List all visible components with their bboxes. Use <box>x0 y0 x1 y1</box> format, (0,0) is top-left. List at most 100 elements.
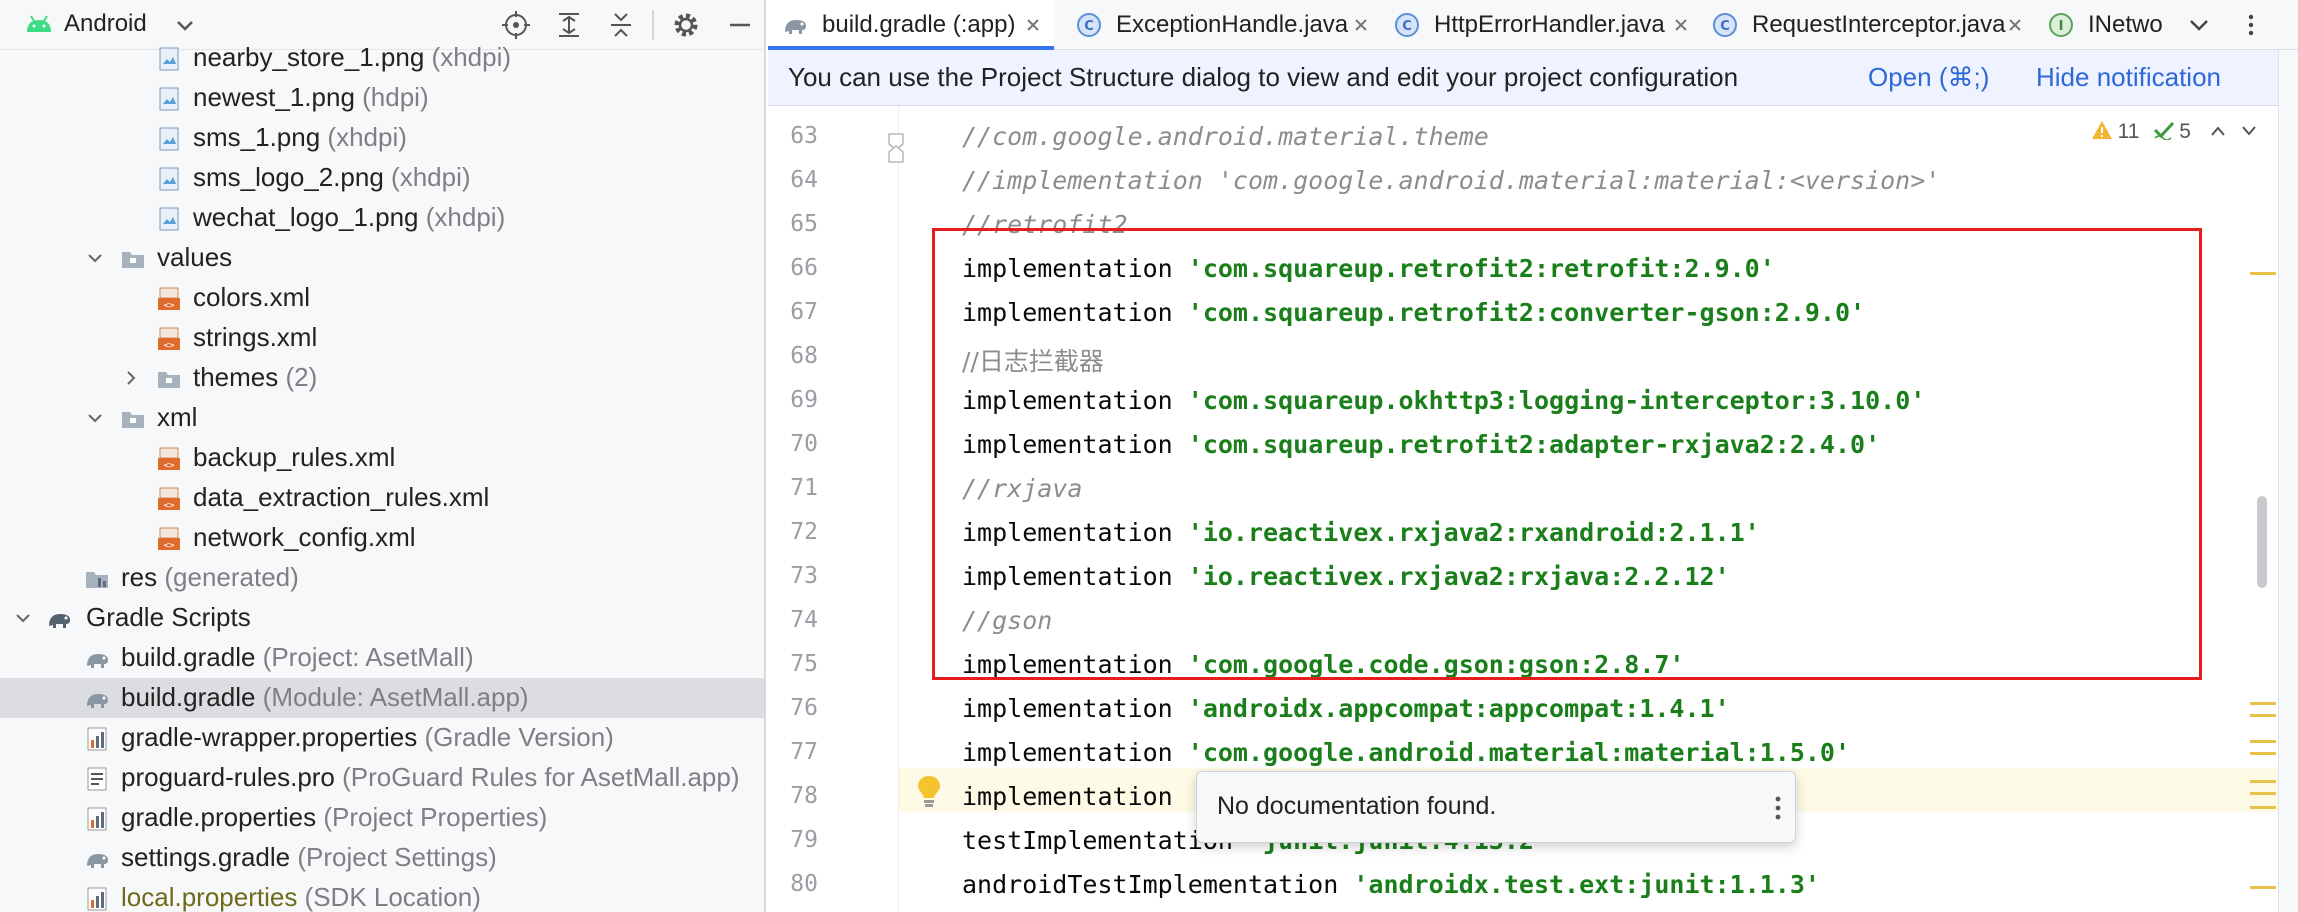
warning-stripe-mark[interactable] <box>2250 702 2276 705</box>
tree-item[interactable]: values <box>0 238 764 278</box>
code-line[interactable]: implementation 'io.reactivex.rxjava2:rxa… <box>962 518 1760 547</box>
tree-item[interactable]: local.properties (SDK Location) <box>0 878 764 912</box>
code-line[interactable]: implementation 'androidx.appcompat:appco… <box>962 694 1730 723</box>
tab-inetwork[interactable]: I INetwo <box>2034 0 2164 50</box>
inspection-widget[interactable]: 11 5 <box>2091 120 2258 144</box>
tree-item[interactable]: <> strings.xml <box>0 318 764 358</box>
open-project-structure-link[interactable]: Open (⌘;) <box>1868 62 1989 93</box>
chevron-right-icon[interactable] <box>122 370 140 386</box>
tree-item-hint: (Project Properties) <box>323 802 548 832</box>
tree-item[interactable]: xml <box>0 398 764 438</box>
code-line[interactable]: //retrofit2 <box>962 210 1128 239</box>
chevron-down-icon[interactable] <box>86 410 104 426</box>
code-line[interactable]: implementation 'com.squareup.okhttp3:log… <box>962 386 1925 415</box>
code-line[interactable]: implementation 'com.squareup.retrofit2:r… <box>962 254 1775 283</box>
tree-item[interactable]: gradle.properties (Project Properties) <box>0 798 764 838</box>
tab-request-interceptor[interactable]: C RequestInterceptor.java <box>1698 0 2034 50</box>
warning-stripe-mark[interactable] <box>2250 752 2276 755</box>
code-line[interactable]: implementation 'com.google.android.mater… <box>962 738 1850 767</box>
close-icon[interactable] <box>1352 16 1370 34</box>
gear-icon[interactable] <box>670 9 702 41</box>
warning-stripe-mark[interactable] <box>2250 806 2276 809</box>
code-comment: //com.google.android.material.theme <box>962 122 1489 151</box>
code-line[interactable]: //日志拦截器 <box>962 342 1104 378</box>
warning-stripe-mark[interactable] <box>2250 792 2276 795</box>
chevron-down-icon[interactable] <box>86 250 104 266</box>
chevron-down-icon[interactable] <box>14 610 32 626</box>
more-vertical-icon[interactable] <box>1773 794 1783 822</box>
hide-notification-link[interactable]: Hide notification <box>2036 62 2221 93</box>
gradle-elephant-icon <box>84 846 110 872</box>
code-line[interactable]: implementation 'com.google.code.gson:gso… <box>962 650 1684 679</box>
code-string: 'com.squareup.retrofit2:retrofit:2.9.0' <box>1187 254 1775 283</box>
code-line[interactable]: implementation 'io.reactivex.rxjava2:rxj… <box>962 562 1730 591</box>
locate-icon[interactable] <box>500 9 532 41</box>
tab-http-error-handler[interactable]: C HttpErrorHandler.java <box>1380 0 1698 50</box>
warning-stripe-mark[interactable] <box>2250 714 2276 717</box>
code-line[interactable]: //implementation 'com.google.android.mat… <box>962 166 1940 195</box>
tree-item[interactable]: nearby_store_1.png (xhdpi) <box>0 38 764 78</box>
tree-item[interactable]: res (generated) <box>0 558 764 598</box>
tree-item[interactable]: wechat_logo_1.png (xhdpi) <box>0 198 764 238</box>
tree-item[interactable]: proguard-rules.pro (ProGuard Rules for A… <box>0 758 764 798</box>
tree-item[interactable]: gradle-wrapper.properties (Gradle Versio… <box>0 718 764 758</box>
notification-text: You can use the Project Structure dialog… <box>788 62 1739 92</box>
editor-scrollbar-thumb[interactable] <box>2257 496 2267 588</box>
tab-exception-handle[interactable]: C ExceptionHandle.java <box>1062 0 1380 50</box>
expand-all-icon[interactable] <box>553 9 585 41</box>
code-line[interactable]: implementation 'com.squareup.retrofit2:c… <box>962 298 1865 327</box>
tree-item[interactable]: <> data_extraction_rules.xml <box>0 478 764 518</box>
close-icon[interactable] <box>1024 16 1042 34</box>
code-token: implementation <box>962 518 1188 547</box>
fold-marker-icon[interactable] <box>886 144 906 164</box>
tree-item-selected[interactable]: build.gradle (Module: AsetMall.app) <box>0 678 764 718</box>
chevron-down-icon[interactable] <box>172 14 198 36</box>
warning-stripe-mark[interactable] <box>2250 272 2276 275</box>
more-vertical-icon[interactable] <box>2238 12 2264 38</box>
toolbar-divider <box>652 10 654 40</box>
close-icon[interactable] <box>1672 16 1690 34</box>
warning-stripe-mark[interactable] <box>2250 886 2276 889</box>
tree-item[interactable]: sms_logo_2.png (xhdpi) <box>0 158 764 198</box>
gradle-elephant-icon <box>84 686 110 712</box>
properties-file-icon <box>84 886 110 912</box>
tab-build-gradle-app[interactable]: build.gradle (:app) <box>768 0 1054 50</box>
tab-label: RequestInterceptor.java <box>1752 11 2006 38</box>
tree-item-label: build.gradle <box>121 682 256 712</box>
tree-item[interactable]: Gradle Scripts <box>0 598 764 638</box>
line-number: 71 <box>790 475 818 501</box>
tree-item[interactable]: build.gradle (Project: AsetMall) <box>0 638 764 678</box>
code-line[interactable]: //gson <box>962 606 1052 635</box>
code-line[interactable]: implementation 'com.squareup.retrofit2:a… <box>962 430 1880 459</box>
tree-item[interactable]: <> network_config.xml <box>0 518 764 558</box>
code-comment: //rxjava <box>962 474 1083 503</box>
project-view-selector[interactable]: Android <box>64 10 147 38</box>
warning-stripe-mark[interactable] <box>2250 780 2276 783</box>
editor-tab-bar: build.gradle (:app) C ExceptionHandle.ja… <box>768 0 2298 50</box>
lightbulb-icon[interactable] <box>916 774 942 808</box>
gutter-divider <box>898 106 899 912</box>
tree-item[interactable]: settings.gradle (Project Settings) <box>0 838 764 878</box>
svg-text:<>: <> <box>164 341 175 351</box>
tree-item-hint: (ProGuard Rules for AsetMall.app) <box>342 762 740 792</box>
tree-item[interactable]: <> backup_rules.xml <box>0 438 764 478</box>
svg-text:<>: <> <box>164 541 175 551</box>
warning-stripe-mark[interactable] <box>2250 740 2276 743</box>
tree-item[interactable]: themes (2) <box>0 358 764 398</box>
line-number: 79 <box>790 827 818 853</box>
image-file-icon <box>156 206 182 232</box>
folder-icon <box>120 246 146 272</box>
code-line[interactable]: //com.google.android.material.theme <box>962 122 1489 151</box>
chevron-down-icon[interactable] <box>2186 12 2212 38</box>
tree-item[interactable]: sms_1.png (xhdpi) <box>0 118 764 158</box>
code-line[interactable]: //rxjava <box>962 474 1082 503</box>
tab-label: ExceptionHandle.java <box>1116 11 1349 38</box>
tree-item[interactable]: newest_1.png (hdpi) <box>0 78 764 118</box>
collapse-all-icon[interactable] <box>605 9 637 41</box>
tree-item-label: local.properties <box>121 882 298 912</box>
code-line[interactable]: androidTestImplementation 'androidx.test… <box>962 870 1820 899</box>
close-icon[interactable] <box>2006 16 2024 34</box>
tree-item[interactable]: <> colors.xml <box>0 278 764 318</box>
chevron-up-icon[interactable] <box>2209 124 2227 138</box>
minimize-icon[interactable] <box>724 9 756 41</box>
